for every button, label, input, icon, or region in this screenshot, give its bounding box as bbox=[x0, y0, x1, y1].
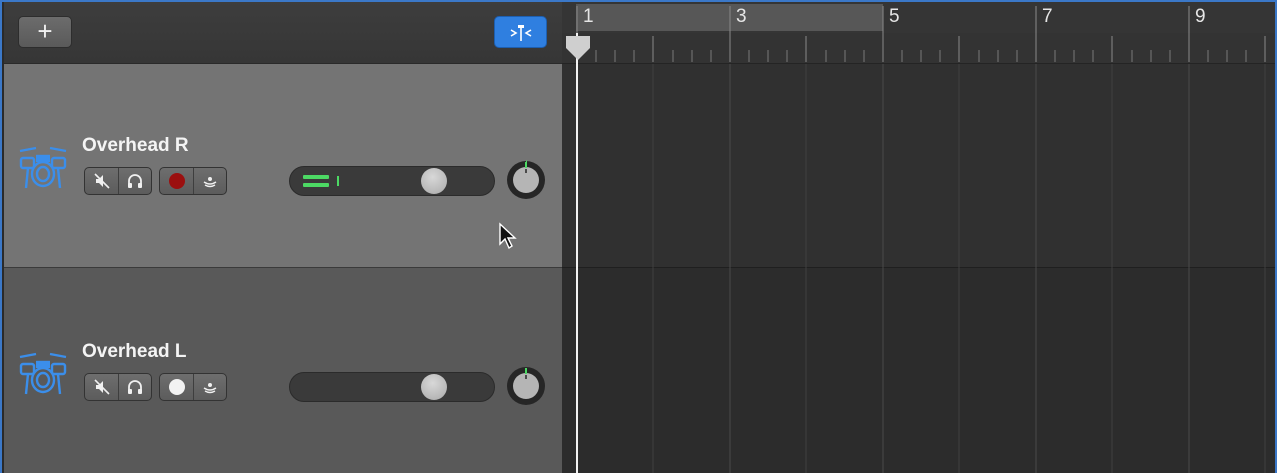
level-meter-peak bbox=[337, 176, 339, 186]
level-meter-bar bbox=[303, 183, 329, 187]
tracks-area[interactable]: 1 3 5 7 9 bbox=[562, 2, 1275, 473]
timeline-ruler[interactable]: 1 3 5 7 9 bbox=[562, 2, 1275, 64]
ruler-bar-number: 3 bbox=[736, 6, 747, 27]
level-meter-bar bbox=[303, 175, 329, 179]
track-row-overhead-l[interactable]: Overhead L bbox=[4, 268, 562, 473]
solo-button[interactable] bbox=[118, 168, 151, 194]
playhead[interactable] bbox=[576, 33, 578, 473]
pan-knob[interactable] bbox=[506, 366, 546, 406]
smart-controls-button[interactable] bbox=[494, 16, 547, 48]
track-name[interactable]: Overhead R bbox=[82, 135, 189, 157]
input-monitor-button[interactable] bbox=[193, 374, 226, 400]
mute-button[interactable] bbox=[85, 168, 118, 194]
volume-slider[interactable] bbox=[289, 372, 495, 402]
pan-knob[interactable] bbox=[506, 160, 546, 200]
track-row-overhead-r[interactable]: Overhead R bbox=[4, 64, 562, 267]
volume-slider-thumb[interactable] bbox=[421, 168, 447, 194]
tracks-header-toolbar: + bbox=[4, 2, 562, 64]
add-track-button[interactable]: + bbox=[18, 16, 72, 48]
mute-button[interactable] bbox=[85, 374, 118, 400]
ruler-bar-number: 1 bbox=[583, 6, 594, 27]
record-enable-icon bbox=[168, 173, 185, 189]
ruler-bar-number: 7 bbox=[1042, 6, 1053, 27]
mute-icon bbox=[93, 379, 110, 395]
volume-slider[interactable] bbox=[289, 166, 495, 196]
ruler-bar-number: 9 bbox=[1195, 6, 1206, 27]
mouse-pointer-icon bbox=[499, 222, 517, 250]
smart-controls-icon bbox=[510, 25, 532, 41]
input-monitor-icon bbox=[203, 177, 217, 188]
headphones-icon bbox=[128, 174, 142, 188]
plus-icon: + bbox=[37, 16, 53, 46]
record-monitor-group bbox=[159, 167, 227, 195]
mute-solo-group bbox=[84, 373, 152, 401]
drum-kit-icon bbox=[19, 352, 67, 395]
record-enable-button[interactable] bbox=[160, 168, 193, 194]
ruler-bar-number: 5 bbox=[889, 6, 900, 27]
ruler-ticks bbox=[576, 6, 1266, 62]
mute-solo-group bbox=[84, 167, 152, 195]
input-monitor-icon bbox=[203, 383, 217, 394]
track-headers-pane: + Overhead R Overhead L bbox=[4, 2, 562, 473]
grid-lines bbox=[652, 64, 1266, 473]
input-monitor-button[interactable] bbox=[193, 168, 226, 194]
record-enable-icon bbox=[168, 379, 185, 395]
garageband-tracks-window: + Overhead R Overhead L 1 3 5 7 9 bbox=[0, 0, 1277, 473]
playhead-handle[interactable] bbox=[564, 34, 592, 62]
record-enable-button[interactable] bbox=[160, 374, 193, 400]
solo-button[interactable] bbox=[118, 374, 151, 400]
headphones-icon bbox=[128, 380, 142, 394]
volume-slider-thumb[interactable] bbox=[421, 374, 447, 400]
record-monitor-group bbox=[159, 373, 227, 401]
drum-kit-icon bbox=[19, 146, 67, 189]
mute-icon bbox=[93, 173, 110, 189]
track-name[interactable]: Overhead L bbox=[82, 341, 187, 363]
